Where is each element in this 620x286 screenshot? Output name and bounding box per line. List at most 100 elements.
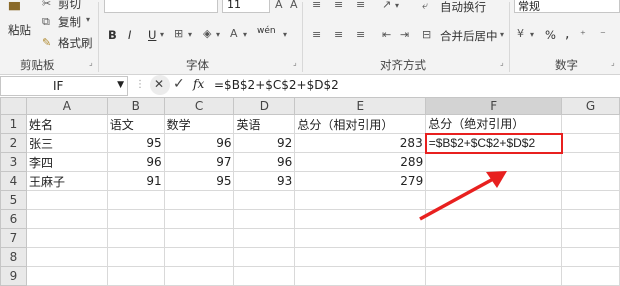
- align-bottom-icon[interactable]: ≡: [356, 0, 365, 11]
- cell[interactable]: 95: [163, 171, 235, 191]
- cell[interactable]: 95: [106, 133, 165, 153]
- fill-color-icon[interactable]: ◈: [203, 27, 211, 40]
- increase-indent-icon[interactable]: ⇥: [400, 28, 409, 41]
- cell[interactable]: 96: [106, 152, 165, 172]
- cell[interactable]: 英语: [233, 114, 296, 134]
- formula-input[interactable]: =$B$2+$C$2+$D$2: [214, 78, 339, 92]
- cell[interactable]: 289: [294, 152, 427, 172]
- cell[interactable]: 张三: [25, 133, 108, 153]
- cell[interactable]: [425, 266, 563, 286]
- cell[interactable]: [106, 247, 165, 267]
- column-header[interactable]: E: [294, 97, 427, 115]
- cell[interactable]: 总分（绝对引用）: [425, 114, 563, 134]
- row-header[interactable]: 2: [0, 133, 27, 153]
- column-header[interactable]: D: [233, 97, 296, 115]
- currency-icon[interactable]: ¥: [517, 27, 524, 40]
- underline-button[interactable]: U: [148, 28, 156, 42]
- merge-center-button[interactable]: 合并后居中: [440, 28, 498, 44]
- cell[interactable]: 283: [294, 133, 427, 153]
- active-cell[interactable]: =$B$2+$C$2+$D$2: [424, 132, 563, 154]
- cell[interactable]: [163, 190, 235, 210]
- copy-button[interactable]: 复制: [58, 14, 81, 30]
- number-format-box[interactable]: 常规: [514, 0, 620, 13]
- shrink-font-icon[interactable]: A: [290, 0, 298, 11]
- cell[interactable]: [233, 190, 296, 210]
- cell[interactable]: [25, 266, 108, 286]
- cell[interactable]: [25, 228, 108, 248]
- select-all-corner[interactable]: [0, 97, 27, 115]
- font-launcher-icon[interactable]: ⌟: [293, 58, 297, 67]
- cell[interactable]: [561, 190, 620, 210]
- cell[interactable]: [163, 266, 235, 286]
- font-size-box[interactable]: 11: [222, 0, 270, 13]
- cell[interactable]: [163, 228, 235, 248]
- cell[interactable]: [233, 266, 296, 286]
- cell[interactable]: 279: [294, 171, 427, 191]
- borders-icon[interactable]: ⊞: [174, 27, 183, 40]
- wrap-text-icon[interactable]: ⤶: [422, 0, 428, 13]
- cell[interactable]: [25, 247, 108, 267]
- align-center-icon[interactable]: ≡: [334, 28, 343, 41]
- cell[interactable]: [561, 209, 620, 229]
- cell[interactable]: [233, 247, 296, 267]
- cell[interactable]: [25, 209, 108, 229]
- cell[interactable]: [294, 228, 427, 248]
- cell[interactable]: [163, 209, 235, 229]
- italic-button[interactable]: I: [128, 28, 131, 42]
- cell[interactable]: 96: [233, 152, 296, 172]
- row-header[interactable]: 5: [0, 190, 27, 210]
- paste-button[interactable]: 粘贴: [8, 22, 31, 38]
- bold-button[interactable]: B: [108, 28, 117, 42]
- cell[interactable]: [561, 228, 620, 248]
- currency-dropdown-icon[interactable]: ▾: [530, 30, 534, 39]
- cell[interactable]: [561, 133, 620, 153]
- name-box[interactable]: IF ▼: [0, 76, 128, 96]
- decrease-indent-icon[interactable]: ⇤: [382, 28, 391, 41]
- cell[interactable]: 姓名: [25, 114, 108, 134]
- cell[interactable]: 91: [106, 171, 165, 191]
- cell[interactable]: [106, 209, 165, 229]
- row-header[interactable]: 3: [0, 152, 27, 172]
- insert-function-button[interactable]: fx: [190, 76, 210, 96]
- align-top-icon[interactable]: ≡: [312, 0, 321, 11]
- cell[interactable]: [561, 266, 620, 286]
- cell[interactable]: 92: [233, 133, 296, 153]
- cell[interactable]: [106, 228, 165, 248]
- increase-decimal-icon[interactable]: ⁺: [580, 28, 586, 41]
- cell[interactable]: [233, 209, 296, 229]
- cancel-button[interactable]: ✕: [150, 75, 170, 95]
- name-box-dropdown-icon[interactable]: ▼: [117, 80, 124, 90]
- cell[interactable]: [294, 190, 427, 210]
- alignment-launcher-icon[interactable]: ⌟: [500, 58, 504, 67]
- borders-dropdown-icon[interactable]: ▾: [188, 30, 192, 39]
- row-header[interactable]: 6: [0, 209, 27, 229]
- cell[interactable]: [106, 190, 165, 210]
- clipboard-launcher-icon[interactable]: ⌟: [89, 58, 93, 67]
- column-header-selected[interactable]: F: [425, 97, 563, 115]
- row-header[interactable]: 8: [0, 247, 27, 267]
- column-header[interactable]: C: [163, 97, 235, 115]
- decrease-decimal-icon[interactable]: ⁻: [600, 28, 606, 41]
- row-header[interactable]: 9: [0, 266, 27, 286]
- enter-button[interactable]: ✓: [170, 75, 188, 95]
- row-header[interactable]: 1: [0, 114, 27, 134]
- cell[interactable]: [25, 190, 108, 210]
- format-painter-button[interactable]: 格式刷: [58, 35, 93, 51]
- row-header[interactable]: 7: [0, 228, 27, 248]
- column-header[interactable]: A: [25, 97, 108, 115]
- cell[interactable]: [561, 114, 620, 134]
- cell[interactable]: [561, 247, 620, 267]
- merge-dropdown-icon[interactable]: ▾: [500, 30, 504, 39]
- cell[interactable]: [425, 190, 563, 210]
- cell[interactable]: 数学: [163, 114, 235, 134]
- number-launcher-icon[interactable]: ⌟: [611, 58, 615, 67]
- cell[interactable]: 语文: [106, 114, 165, 134]
- copy-dropdown-icon[interactable]: ▾: [86, 15, 90, 24]
- cell[interactable]: 97: [163, 152, 235, 172]
- cell[interactable]: 96: [163, 133, 235, 153]
- phonetic-button[interactable]: wén: [257, 26, 276, 36]
- cell[interactable]: [561, 171, 620, 191]
- cell[interactable]: [233, 228, 296, 248]
- cell[interactable]: [294, 266, 427, 286]
- orientation-dropdown-icon[interactable]: ▾: [395, 1, 399, 10]
